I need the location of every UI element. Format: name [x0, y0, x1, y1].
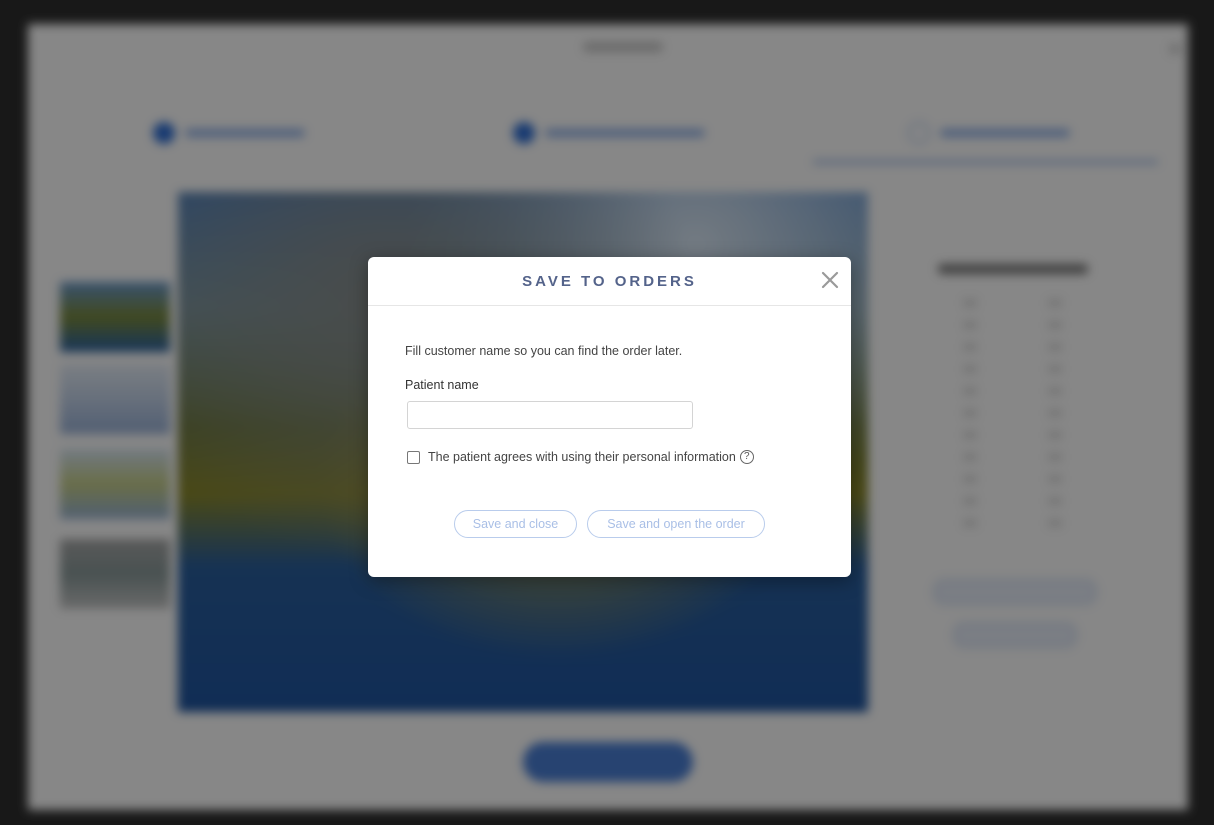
close-icon[interactable] — [819, 269, 841, 291]
patient-name-label: Patient name — [405, 378, 479, 392]
dialog-title: SAVE TO ORDERS — [522, 273, 697, 290]
consent-label[interactable]: The patient agrees with using their pers… — [428, 450, 736, 464]
save-and-open-order-button[interactable]: Save and open the order — [587, 510, 765, 538]
consent-checkbox[interactable] — [407, 450, 420, 464]
save-and-close-button[interactable]: Save and close — [454, 510, 577, 538]
dialog-instructions: Fill customer name so you can find the o… — [405, 344, 683, 358]
save-to-orders-dialog: SAVE TO ORDERS Fill customer name so you… — [368, 257, 851, 577]
dialog-header: SAVE TO ORDERS — [368, 257, 851, 306]
patient-name-input[interactable] — [407, 401, 693, 429]
consent-row: The patient agrees with using their pers… — [407, 450, 754, 464]
question-circle-icon[interactable]: ? — [739, 450, 754, 464]
